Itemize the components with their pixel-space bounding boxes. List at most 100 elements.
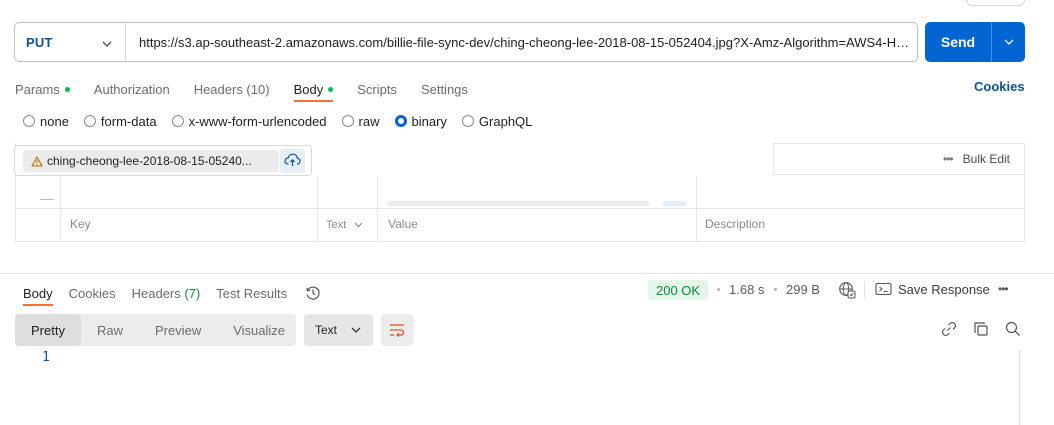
meta-divider <box>864 281 865 299</box>
params-indicator-dot <box>64 86 70 92</box>
tab-settings-label: Settings <box>420 81 468 97</box>
top-partial-button[interactable] <box>966 0 1025 6</box>
radio-form-data-circle[interactable] <box>83 115 96 127</box>
binary-file-box: ching-cheong-lee-2018-08-15-05240... <box>14 145 312 176</box>
send-options-chevron-icon[interactable] <box>992 22 1025 62</box>
meta-separator <box>717 288 720 291</box>
tab-params[interactable]: Params <box>15 77 70 101</box>
url-bar: PUT https://s3.ap-southeast-2.amazonaws.… <box>14 22 918 62</box>
radio-graphql-label: GraphQL <box>478 113 533 129</box>
tab-headers-label: Headers (10) <box>193 81 270 97</box>
type-select-label: Text <box>326 219 347 231</box>
radio-binary-label: binary <box>411 113 447 129</box>
radio-binary-circle[interactable] <box>394 115 407 127</box>
line-number: 1 <box>42 350 50 365</box>
key-input[interactable]: Key <box>70 217 91 231</box>
response-tabs: Body Cookies Headers (7) Test Results <box>23 282 321 306</box>
wrap-lines-button[interactable] <box>381 314 413 346</box>
radio-raw-label: raw <box>358 113 380 129</box>
format-tab-preview[interactable]: Preview <box>139 314 217 346</box>
cookies-link[interactable]: Cookies <box>974 79 1025 94</box>
format-tab-visualize[interactable]: Visualize <box>217 314 301 346</box>
text-format-label: Text <box>315 323 338 337</box>
text-format-select[interactable]: Text <box>304 314 373 346</box>
response-tab-test-results[interactable]: Test Results <box>216 286 287 301</box>
warning-icon <box>31 155 43 167</box>
chevron-down-icon <box>354 222 363 228</box>
response-headers-count: (7) <box>184 285 201 301</box>
table-row-divider <box>15 208 1025 209</box>
history-icon[interactable] <box>305 285 321 301</box>
file-name: ching-cheong-lee-2018-08-15-05240... <box>47 154 252 168</box>
radio-urlencoded-circle[interactable] <box>171 115 184 127</box>
response-time: 1.68 s <box>729 282 765 297</box>
col-divider-type <box>377 176 378 242</box>
copy-icon[interactable] <box>973 321 989 337</box>
network-globe-icon[interactable] <box>838 281 856 299</box>
tab-params-label: Params <box>15 81 60 97</box>
radio-urlencoded-label: x-www-form-urlencoded <box>188 113 327 129</box>
type-select[interactable]: Text <box>326 219 363 231</box>
col-divider-value <box>696 176 697 242</box>
method-label: PUT <box>26 34 53 50</box>
format-tab-pretty[interactable]: Pretty <box>15 314 81 346</box>
editor-scrollbar[interactable] <box>1019 350 1020 425</box>
response-divider <box>0 273 1054 274</box>
radio-form-data[interactable]: form-data <box>83 113 157 129</box>
meta-separator <box>774 288 777 291</box>
row-checkbox-ghost <box>40 199 54 200</box>
send-button[interactable]: Send <box>925 22 1025 62</box>
upload-file-button[interactable] <box>280 149 305 173</box>
format-tab-raw[interactable]: Raw <box>81 314 139 346</box>
url-input[interactable]: https://s3.ap-southeast-2.amazonaws.com/… <box>126 35 917 50</box>
body-indicator-dot <box>328 86 334 92</box>
send-label[interactable]: Send <box>925 22 992 62</box>
tab-authorization-label: Authorization <box>93 81 170 97</box>
request-tabs: Params Authorization Headers (10) Body S… <box>15 77 492 102</box>
tab-scripts-label: Scripts <box>357 81 397 97</box>
chevron-down-icon <box>102 35 112 50</box>
bulk-edit-button[interactable]: Bulk Edit <box>963 152 1010 166</box>
radio-binary[interactable]: binary <box>394 113 447 129</box>
response-tab-cookies[interactable]: Cookies <box>69 286 116 301</box>
tab-authorization[interactable]: Authorization <box>94 77 170 101</box>
radio-none[interactable]: none <box>23 114 69 129</box>
bulk-edit-bar: ••• Bulk Edit <box>773 143 1025 175</box>
search-icon[interactable] <box>1005 321 1021 337</box>
radio-raw-circle[interactable] <box>341 115 354 127</box>
tab-body[interactable]: Body <box>293 77 334 102</box>
cloud-upload-icon <box>284 153 301 170</box>
response-tab-headers-label: Headers <box>131 285 181 301</box>
more-actions-icon[interactable]: ••• <box>998 282 1009 296</box>
selected-file-chip[interactable]: ching-cheong-lee-2018-08-15-05240... <box>23 150 279 172</box>
save-response-icon <box>875 282 892 296</box>
type-ghost-bar <box>663 201 687 206</box>
response-tab-body[interactable]: Body <box>23 286 53 306</box>
col-divider-check <box>60 176 61 242</box>
radio-raw[interactable]: raw <box>341 113 380 129</box>
radio-graphql[interactable]: GraphQL <box>461 113 533 129</box>
tab-scripts[interactable]: Scripts <box>357 77 397 101</box>
wrap-lines-icon <box>389 323 405 337</box>
response-tab-headers[interactable]: Headers (7) <box>132 286 201 301</box>
tab-body-label: Body <box>293 81 324 97</box>
format-tabs: Pretty Raw Preview Visualize <box>15 314 296 346</box>
radio-none-circle[interactable] <box>23 115 35 127</box>
chevron-down-icon <box>351 327 361 333</box>
body-type-radios: none form-data x-www-form-urlencoded raw… <box>23 112 547 130</box>
value-input[interactable]: Value <box>388 217 418 231</box>
link-icon[interactable] <box>941 321 957 337</box>
description-input[interactable]: Description <box>705 217 765 231</box>
more-options-icon[interactable]: ••• <box>943 152 954 166</box>
tab-settings[interactable]: Settings <box>421 77 468 101</box>
tab-headers[interactable]: Headers (10) <box>194 77 270 101</box>
method-select[interactable]: PUT <box>15 23 126 61</box>
radio-urlencoded[interactable]: x-www-form-urlencoded <box>171 113 327 129</box>
save-response-button[interactable]: Save Response <box>898 282 990 297</box>
radio-graphql-circle[interactable] <box>461 115 474 127</box>
response-size: 299 B <box>786 282 820 297</box>
radio-form-data-label: form-data <box>100 113 157 129</box>
col-divider-key <box>317 176 318 242</box>
value-ghost-bar <box>387 201 649 206</box>
status-badge: 200 OK <box>648 280 709 300</box>
